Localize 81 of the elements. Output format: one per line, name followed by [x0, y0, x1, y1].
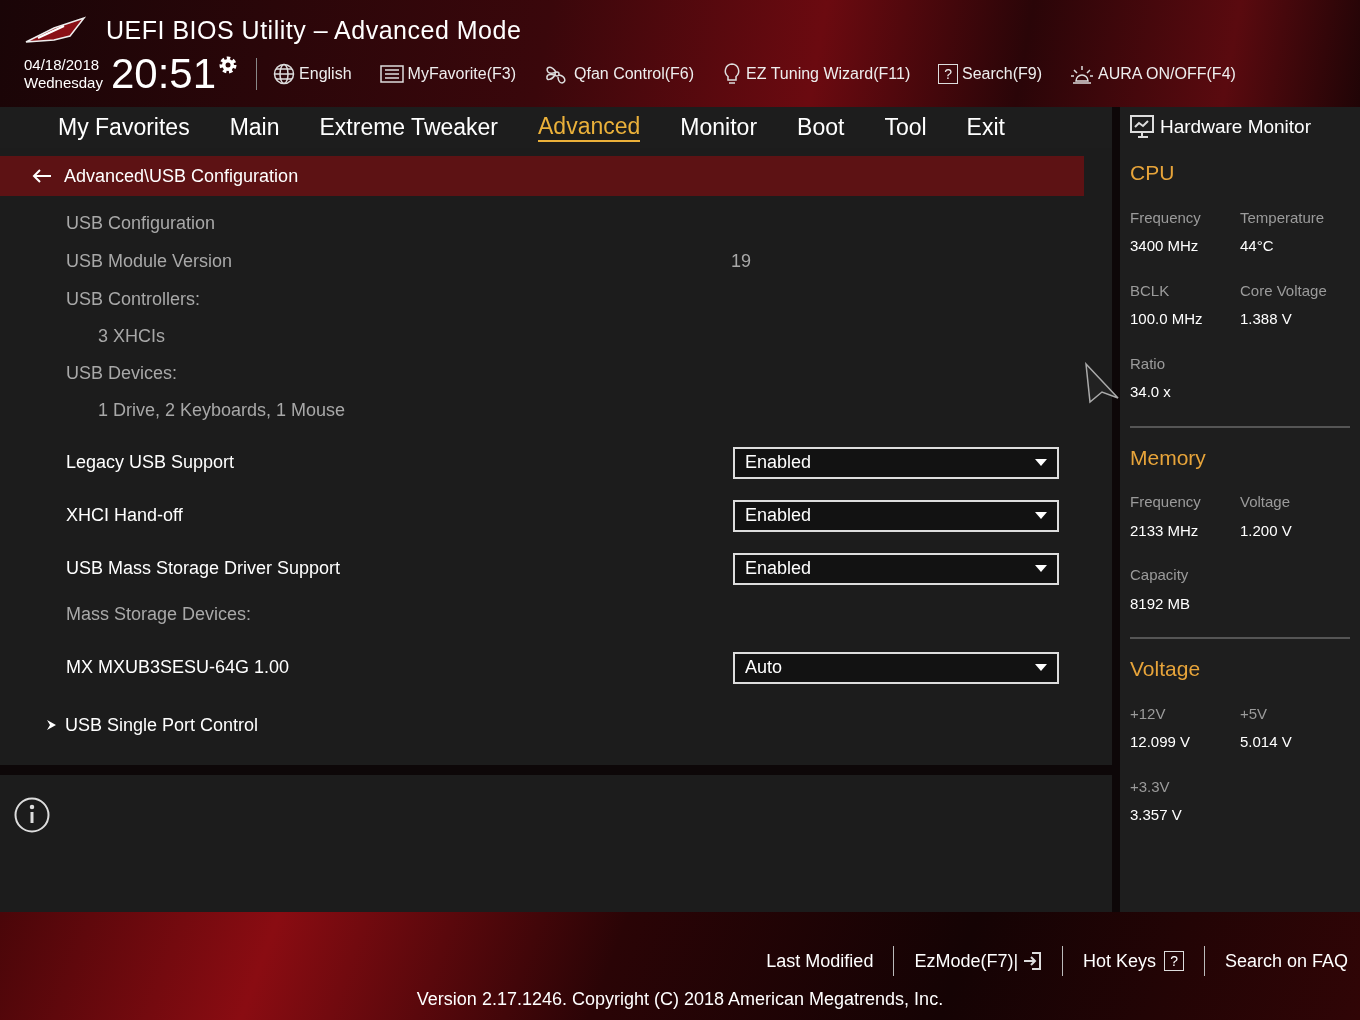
toolbar-button[interactable]: English [273, 62, 352, 87]
toolbar-button[interactable]: MyFavorite(F3) [379, 62, 516, 87]
dropdown[interactable]: Auto [733, 651, 1059, 684]
reading-label: +12V [1130, 703, 1167, 724]
footer-link[interactable]: Last Modified [746, 947, 894, 975]
key-hint: ? [1164, 951, 1184, 971]
footer-link[interactable]: Search on FAQ [1204, 947, 1360, 975]
dropdown[interactable]: Enabled [733, 446, 1059, 479]
reading-value: 12.099 V [1130, 732, 1192, 752]
reading-label: Temperature [1240, 207, 1326, 228]
menu-tab[interactable]: Extreme Tweaker [319, 113, 499, 142]
info-text: 3 XHCIs [98, 324, 166, 348]
setting-label: MX MXUB3SESU-64G 1.00 [66, 656, 291, 679]
section-title: Voltage [1130, 656, 1202, 682]
reading-label: Voltage [1240, 492, 1292, 512]
toolbar-button[interactable]: ? Search(F9) [938, 62, 1043, 87]
reading-value: 1.388 V [1240, 309, 1293, 329]
toolbar-button[interactable]: AURA ON/OFF(F4) [1070, 62, 1236, 87]
reading-label: Ratio [1130, 353, 1167, 374]
caret-icon [1035, 512, 1047, 519]
dropdown[interactable]: Enabled [733, 499, 1059, 532]
reading-value: 8192 MB [1130, 593, 1192, 614]
reading-label: +3.3V [1130, 776, 1171, 797]
menu-tab[interactable]: Boot [797, 113, 845, 142]
version-text: Version 2.17.1246. Copyright (C) 2018 American Megatrends, Inc. [416, 988, 944, 1011]
caret-icon [1035, 459, 1047, 466]
list-icon [379, 64, 404, 85]
back-arrow-icon [32, 168, 52, 184]
reading-label: Frequency [1130, 492, 1202, 512]
reading-label: Frequency [1130, 207, 1202, 228]
reading-label: BCLK [1130, 280, 1171, 301]
clock-time: 20:51 [110, 53, 217, 96]
info-text: 1 Drive, 2 Keyboards, 1 Mouse [98, 398, 346, 422]
reading-value: 1.200 V [1240, 520, 1293, 541]
light-icon [1070, 63, 1095, 86]
footer-link[interactable]: EzMode(F7)| [894, 947, 1063, 975]
caret-icon [1035, 565, 1047, 572]
menu-tab[interactable]: Exit [966, 113, 1005, 142]
reading-value: 2133 MHz [1130, 520, 1200, 541]
caret-icon [1035, 664, 1047, 671]
reading-label: Capacity [1130, 565, 1190, 585]
reading-label: Core Voltage [1240, 280, 1328, 301]
globe-icon [273, 63, 296, 86]
toolbar-button[interactable]: Qfan Control(F6) [544, 62, 695, 87]
setting-label: USB Module Version [66, 249, 234, 273]
window-title: UEFI BIOS Utility – Advanced Mode [106, 14, 522, 46]
menu-tab[interactable]: Main [229, 113, 280, 142]
reading-label: +5V [1240, 703, 1269, 724]
panel-title: Hardware Monitor [1160, 114, 1311, 139]
reading-value: 5.014 V [1240, 732, 1293, 752]
setting-label: USB Mass Storage Driver Support [66, 557, 342, 580]
dropdown[interactable]: Enabled [733, 552, 1059, 585]
reading-value: 44°C [1240, 236, 1275, 256]
breadcrumb-path: Advanced\USB Configuration [64, 164, 299, 188]
footer-link[interactable]: Hot Keys ? [1063, 947, 1204, 975]
exit-icon [1022, 951, 1043, 971]
setting-label: Legacy USB Support [66, 451, 236, 474]
chevron-icon [46, 719, 57, 731]
menu-tab[interactable]: My Favorites [58, 113, 190, 142]
menu-tab[interactable]: Tool [884, 113, 927, 142]
monitor-icon [1130, 115, 1156, 139]
day-text: Wednesday [24, 74, 103, 93]
section-label: Mass Storage Devices: [66, 602, 252, 626]
reading-value: 100.0 MHz [1130, 309, 1204, 329]
reading-value: 34.0 x [1130, 382, 1172, 402]
menu-tab[interactable]: Advanced [538, 112, 641, 143]
reading-value: 3400 MHz [1130, 236, 1200, 256]
section-label: USB Controllers: [66, 287, 201, 311]
info-icon [14, 797, 50, 833]
key-hint: ? [938, 64, 959, 85]
reading-value: 3.357 V [1130, 805, 1183, 825]
toolbar-button[interactable]: EZ Tuning Wizard(F11) [722, 62, 911, 87]
section-title: CPU [1130, 160, 1176, 186]
submenu-link[interactable]: USB Single Port Control [65, 711, 259, 739]
menu-tab[interactable]: Monitor [680, 113, 758, 142]
section-label: USB Configuration [66, 211, 216, 235]
section-label: USB Devices: [66, 361, 178, 385]
setting-value: 19 [731, 249, 752, 273]
section-title: Memory [1130, 444, 1207, 471]
date-text: 04/18/2018 [24, 56, 101, 75]
setting-label: XHCI Hand-off [66, 504, 184, 527]
